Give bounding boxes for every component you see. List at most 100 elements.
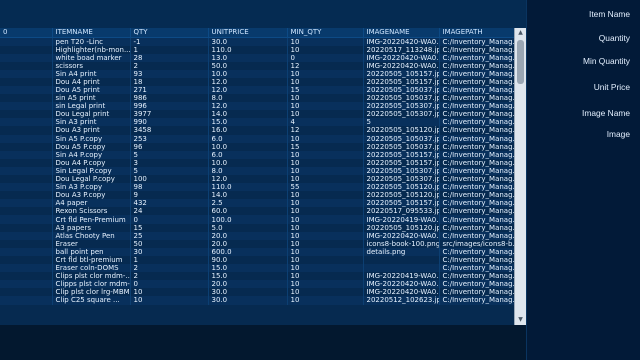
cell-itemname[interactable]: Dou A5 print bbox=[52, 85, 131, 95]
cell-min-qty[interactable]: 12 bbox=[287, 61, 364, 70]
cell-itemname[interactable]: Rexon Scissors bbox=[52, 207, 131, 216]
cell-imagename[interactable]: 20220505_105037.jpg bbox=[363, 134, 440, 143]
table-row[interactable]: Atlas Chooty Pen 25 20.0 10 IMG-20220420-WA0… bbox=[0, 231, 514, 240]
table-row[interactable]: Dou A5 P.copy 96 10.0 15 20220505_105037.jpg… bbox=[0, 142, 514, 151]
table-row[interactable]: Sin Legal P.copy 5 8.0 10 20220505_105307.jp… bbox=[0, 166, 514, 175]
table-row[interactable]: Sin A5 P.copy 253 6.0 10 20220505_105037.jpg… bbox=[0, 134, 514, 143]
cell-qty[interactable]: 271 bbox=[130, 85, 209, 95]
cell-itemname[interactable]: Eraser coln-DOMS bbox=[52, 264, 131, 273]
column-header-qty[interactable]: QTY bbox=[130, 28, 209, 38]
cell-index[interactable] bbox=[0, 207, 53, 216]
cell-qty[interactable]: 3977 bbox=[130, 110, 209, 119]
cell-imagepath[interactable]: C:/Inventory_Manag... bbox=[439, 61, 514, 70]
cell-imagepath[interactable]: C:/Inventory_Manag... bbox=[439, 166, 514, 175]
cell-imagepath[interactable]: C:/Inventory_Manag... bbox=[439, 231, 514, 240]
cell-itemname[interactable]: Highlighter(nb-mon... bbox=[52, 45, 131, 54]
cell-itemname[interactable]: Sin A4 P.copy bbox=[52, 150, 131, 159]
cell-imagename[interactable]: icons8-book-100.png bbox=[363, 239, 440, 248]
cell-itemname[interactable]: ball point pen bbox=[52, 247, 131, 256]
cell-qty[interactable]: 3 bbox=[130, 158, 209, 167]
cell-qty[interactable]: 1 bbox=[130, 45, 209, 54]
cell-qty[interactable]: 30 bbox=[130, 247, 209, 256]
cell-index[interactable] bbox=[0, 296, 53, 305]
cell-imagepath[interactable]: C:/Inventory_Manag... bbox=[439, 183, 514, 192]
cell-index[interactable] bbox=[0, 175, 53, 184]
cell-qty[interactable]: 432 bbox=[130, 199, 209, 208]
cell-imagename[interactable]: 20220517_095533.jpg bbox=[363, 207, 440, 216]
table-row[interactable]: Sin A4 P.copy 5 6.0 10 20220505_105157.jpg C:… bbox=[0, 150, 514, 159]
cell-itemname[interactable]: Dou Legal P.copy bbox=[52, 175, 131, 184]
cell-itemname[interactable]: Clips plst clor mdm-... bbox=[52, 272, 131, 281]
cell-unitprice[interactable]: 50.0 bbox=[208, 61, 288, 70]
cell-index[interactable] bbox=[0, 142, 53, 151]
cell-unitprice[interactable]: 110.0 bbox=[208, 183, 288, 192]
cell-imagename[interactable]: IMG-20220420-WA0... bbox=[363, 37, 440, 46]
cell-imagename[interactable]: 20220505_105120.jpg bbox=[363, 183, 440, 192]
table-row[interactable]: A3 papers 15 5.0 10 20220505_105120.jpg C:/In… bbox=[0, 223, 514, 232]
cell-qty[interactable]: 2 bbox=[130, 272, 209, 281]
cell-qty[interactable]: 2 bbox=[130, 61, 209, 70]
cell-index[interactable] bbox=[0, 134, 53, 143]
cell-min-qty[interactable]: 10 bbox=[287, 296, 364, 305]
cell-imagename[interactable]: IMG-20220419-WA0... bbox=[363, 272, 440, 281]
cell-itemname[interactable]: Dou A4 print bbox=[52, 77, 131, 86]
cell-unitprice[interactable]: 8.0 bbox=[208, 166, 288, 175]
table-row[interactable]: Eraser 50 20.0 10 icons8-book-100.png src/ima… bbox=[0, 239, 514, 248]
table-row[interactable]: Clip plst clor lrg-MBM 10 30.0 10 IMG-202204… bbox=[0, 288, 514, 297]
cell-min-qty[interactable]: 10 bbox=[287, 247, 364, 256]
cell-imagename[interactable]: 20220517_113248.jpg bbox=[363, 45, 440, 54]
cell-unitprice[interactable]: 14.0 bbox=[208, 191, 288, 200]
cell-index[interactable] bbox=[0, 77, 53, 86]
cell-imagepath[interactable]: C:/Inventory_Manag... bbox=[439, 264, 514, 273]
cell-imagename[interactable]: 20220505_105307.jpg bbox=[363, 166, 440, 175]
cell-imagename[interactable]: 20220505_105157.jpg bbox=[363, 199, 440, 208]
cell-itemname[interactable]: Dou A3 print bbox=[52, 126, 131, 135]
table-row[interactable]: Crt fld btl-premium 1 90.0 10 C:/Inventory_M… bbox=[0, 255, 514, 265]
cell-itemname[interactable]: Clip C25 square ... bbox=[52, 296, 131, 305]
cell-unitprice[interactable]: 2.5 bbox=[208, 199, 288, 208]
cell-index[interactable] bbox=[0, 223, 53, 232]
cell-imagepath[interactable]: C:/Inventory_Manag... bbox=[439, 142, 514, 151]
cell-itemname[interactable]: Atlas Chooty Pen bbox=[52, 231, 131, 240]
cell-itemname[interactable]: sin Legal print bbox=[52, 102, 131, 111]
vertical-scrollbar[interactable]: ▲ ▼ bbox=[514, 28, 526, 325]
table-row[interactable]: Crt fld Pen-Premium 0 100.0 10 IMG-20220419-… bbox=[0, 215, 514, 224]
cell-min-qty[interactable]: 10 bbox=[287, 288, 364, 297]
cell-imagepath[interactable]: C:/Inventory_Manag... bbox=[439, 255, 514, 265]
cell-unitprice[interactable]: 30.0 bbox=[208, 288, 288, 297]
table-row[interactable]: A4 paper 432 2.5 10 20220505_105157.jpg C:/In… bbox=[0, 199, 514, 208]
cell-itemname[interactable]: Dou A4 P.copy bbox=[52, 158, 131, 167]
cell-index[interactable] bbox=[0, 158, 53, 167]
cell-min-qty[interactable]: 10 bbox=[287, 150, 364, 159]
cell-imagepath[interactable]: C:/Inventory_Manag... bbox=[439, 199, 514, 208]
cell-itemname[interactable]: Sin Legal P.copy bbox=[52, 166, 131, 175]
cell-imagename[interactable]: IMG-20220420-WA0... bbox=[363, 61, 440, 70]
cell-index[interactable] bbox=[0, 247, 53, 256]
cell-qty[interactable]: 996 bbox=[130, 102, 209, 111]
cell-min-qty[interactable]: 10 bbox=[287, 191, 364, 200]
cell-unitprice[interactable]: 10.0 bbox=[208, 142, 288, 151]
cell-itemname[interactable]: Clipps plst clor mdm-... bbox=[52, 280, 131, 289]
table-row[interactable]: Clips plst clor mdm-... 2 15.0 10 IMG-202204… bbox=[0, 272, 514, 281]
table-row[interactable]: Clipps plst clor mdm-... 0 20.0 10 IMG-20220… bbox=[0, 280, 514, 289]
cell-unitprice[interactable]: 13.0 bbox=[208, 53, 288, 62]
cell-unitprice[interactable]: 90.0 bbox=[208, 255, 288, 265]
cell-imagename[interactable]: 20220505_105157.jpg bbox=[363, 77, 440, 86]
cell-imagename[interactable]: IMG-20220419-WA0... bbox=[363, 215, 440, 224]
cell-index[interactable] bbox=[0, 280, 53, 289]
cell-index[interactable] bbox=[0, 126, 53, 135]
cell-index[interactable] bbox=[0, 215, 53, 224]
cell-unitprice[interactable]: 60.0 bbox=[208, 207, 288, 216]
cell-qty[interactable]: 50 bbox=[130, 239, 209, 248]
cell-unitprice[interactable]: 20.0 bbox=[208, 231, 288, 240]
cell-itemname[interactable]: Crt fld btl-premium bbox=[52, 255, 131, 265]
inventory-grid[interactable]: 0 ITEMNAME QTY UNITPRICE MIN_QTY IMAGENA… bbox=[0, 28, 526, 325]
cell-index[interactable] bbox=[0, 288, 53, 297]
cell-itemname[interactable]: Sin A3 print bbox=[52, 118, 131, 127]
cell-imagename[interactable]: IMG-20220420-WA0... bbox=[363, 288, 440, 297]
cell-unitprice[interactable]: 16.0 bbox=[208, 126, 288, 135]
cell-min-qty[interactable]: 10 bbox=[287, 94, 364, 103]
cell-imagename[interactable]: 20220505_105307.jpg bbox=[363, 102, 440, 111]
cell-imagename[interactable]: 20220505_105157.jpg bbox=[363, 150, 440, 159]
cell-unitprice[interactable]: 15.0 bbox=[208, 264, 288, 273]
